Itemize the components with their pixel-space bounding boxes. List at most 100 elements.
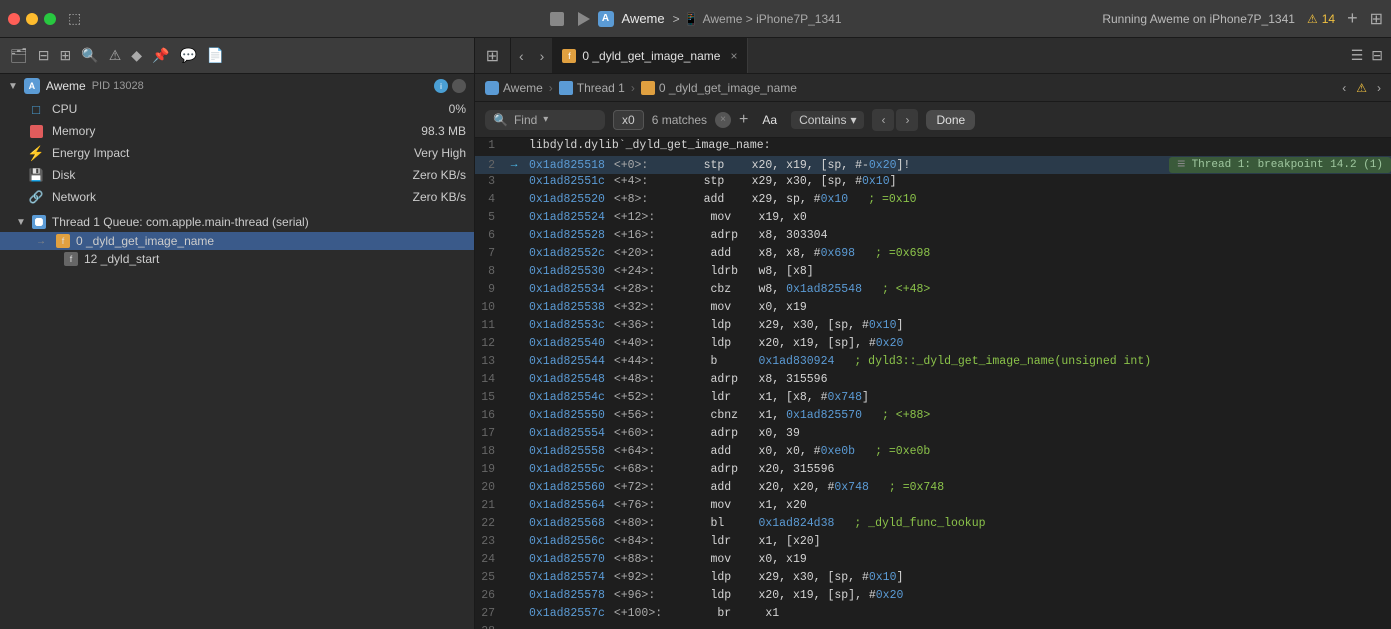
line-content-21: 0x1ad825564 <+76>: movx1, x20 xyxy=(525,498,1391,513)
frame-row-0[interactable]: → f 0 _dyld_get_image_name xyxy=(0,232,474,250)
line-content-10: 0x1ad825538 <+32>: movx0, x19 xyxy=(525,300,1391,315)
memory-icon xyxy=(28,123,44,139)
search-prev-button[interactable]: ‹ xyxy=(872,109,894,131)
grid-icon[interactable]: ⊞ xyxy=(58,45,74,66)
search-add-button[interactable]: + xyxy=(739,111,748,129)
line-content-25: 0x1ad825574 <+92>: ldpx29, x30, [sp, #0x… xyxy=(525,570,1391,585)
code-line-11: 110x1ad82553c <+36>: ldpx29, x30, [sp, #… xyxy=(475,318,1391,336)
nav-forward-button[interactable]: › xyxy=(532,38,553,73)
titlebar-right: Running Aweme on iPhone7P_1341 ⚠ 14 + ⊞ xyxy=(1102,8,1383,29)
search-done-button[interactable]: Done xyxy=(926,110,975,130)
code-line-21: 210x1ad825564 <+76>: movx1, x20 xyxy=(475,498,1391,516)
cpu-label: CPU xyxy=(52,102,441,116)
thread-header[interactable]: ▼ Thread 1 Queue: com.apple.main-thread … xyxy=(0,212,474,232)
breadcrumb-thread-icon xyxy=(559,81,573,95)
titlebar: ⬚ A Aweme > 📱 Aweme > iPhone7P_1341 Runn… xyxy=(0,0,1391,38)
process-app-icon: A xyxy=(24,78,40,94)
sidebar-toolbar: 🗂 ⊟ ⊞ 🔍 ⚠ ◆ 📌 💬 📄 xyxy=(0,38,474,74)
line-content-13: 0x1ad825544 <+44>: b0x1ad830924; dyld3::… xyxy=(525,354,1391,369)
sidebar-toggle-icon[interactable]: ⬚ xyxy=(68,10,81,27)
line-addr-3: 0x1ad82551c xyxy=(529,175,605,188)
energy-label: Energy Impact xyxy=(52,146,406,160)
search-value[interactable]: x0 xyxy=(613,110,644,130)
line-number-28: 28 xyxy=(475,624,503,629)
line-content-27: 0x1ad82557c <+100>: brx1 xyxy=(525,606,1391,621)
code-line-27: 270x1ad82557c <+100>: brx1 xyxy=(475,606,1391,624)
close-button[interactable] xyxy=(8,13,20,25)
code-line-8: 80x1ad825530 <+24>: ldrbw8, [x8] xyxy=(475,264,1391,282)
search-field[interactable]: 🔍 Find ▾ xyxy=(485,110,605,130)
grid-view-button[interactable]: ⊞ xyxy=(475,38,511,73)
line-number-15: 15 xyxy=(475,390,503,404)
lines-view-button[interactable]: ☰ xyxy=(1351,47,1364,64)
disk-value: Zero KB/s xyxy=(413,168,466,182)
cpu-icon: □ xyxy=(28,101,44,117)
play-button[interactable] xyxy=(578,12,590,26)
breadcrumb-warning-icon: ‹ xyxy=(1342,81,1346,95)
memory-value: 98.3 MB xyxy=(421,124,466,138)
app-title: Aweme xyxy=(622,11,665,26)
line-addr-27: 0x1ad82557c xyxy=(529,607,605,620)
search-clear-button[interactable]: × xyxy=(715,112,731,128)
filter-icon[interactable]: ⊟ xyxy=(36,45,52,66)
split-view-button[interactable]: ⊟ xyxy=(1371,47,1383,64)
line-addr-16: 0x1ad825550 xyxy=(529,409,605,422)
stop-button[interactable] xyxy=(550,12,564,26)
breadcrumb-forward-icon: › xyxy=(1377,81,1381,95)
minimize-button[interactable] xyxy=(26,13,38,25)
disk-icon: 💾 xyxy=(28,167,44,183)
search-match-count: 6 matches xyxy=(652,113,707,127)
breadcrumb-alert-icon: ⚠ xyxy=(1356,81,1367,95)
process-name: Aweme xyxy=(46,79,86,93)
network-label: Network xyxy=(52,190,405,204)
layout-button[interactable]: ⊞ xyxy=(1370,9,1383,29)
doc-icon[interactable]: 📄 xyxy=(205,45,226,66)
search-option-aa[interactable]: Aa xyxy=(756,111,783,129)
line-addr-26: 0x1ad825578 xyxy=(529,589,605,602)
memory-label: Memory xyxy=(52,124,413,138)
maximize-button[interactable] xyxy=(44,13,56,25)
line-number-5: 5 xyxy=(475,210,503,224)
current-frame-indicator: → xyxy=(36,236,46,247)
line-content-1: libdyld.dylib`_dyld_get_image_name: xyxy=(525,138,1391,153)
line-number-25: 25 xyxy=(475,570,503,584)
warning-icon[interactable]: ⚠ xyxy=(107,45,124,66)
frame-row-1[interactable]: f 12 _dyld_start xyxy=(0,250,474,268)
tab-name: 0 _dyld_get_image_name xyxy=(582,49,720,63)
line-number-24: 24 xyxy=(475,552,503,566)
energy-icon: ⚡ xyxy=(28,145,44,161)
code-tab-active[interactable]: f 0 _dyld_get_image_name × xyxy=(552,38,748,73)
line-content-5: 0x1ad825524 <+12>: movx19, x0 xyxy=(525,210,1391,225)
code-line-28: 28 xyxy=(475,624,1391,629)
line-content-12: 0x1ad825540 <+40>: ldpx20, x19, [sp], #0… xyxy=(525,336,1391,351)
process-header[interactable]: ▼ A Aweme PID 13028 i xyxy=(0,74,474,98)
line-number-20: 20 xyxy=(475,480,503,494)
line-addr-10: 0x1ad825538 xyxy=(529,301,605,314)
line-number-17: 17 xyxy=(475,426,503,440)
breadcrumb-app[interactable]: Aweme xyxy=(485,81,543,95)
breadcrumb-sep-2: › xyxy=(631,81,635,95)
line-addr-25: 0x1ad825574 xyxy=(529,571,605,584)
add-tab-button[interactable]: + xyxy=(1347,8,1358,29)
line-content-28 xyxy=(525,624,1391,626)
nav-back-button[interactable]: ‹ xyxy=(511,38,532,73)
diamond-icon[interactable]: ◆ xyxy=(129,45,144,66)
breakpoint-lines-icon[interactable]: ≡ xyxy=(1177,157,1185,173)
pin-icon[interactable]: 📌 xyxy=(150,45,171,66)
breakpoint-indicator: ≡Thread 1: breakpoint 14.2 (1) xyxy=(1169,157,1391,173)
search-next-button[interactable]: › xyxy=(896,109,918,131)
search-icon[interactable]: 🔍 xyxy=(79,45,100,66)
search-contains-dropdown[interactable]: Contains ▾ xyxy=(791,111,864,129)
tab-close-button[interactable]: × xyxy=(730,49,737,63)
resource-row-energy: ⚡ Energy Impact Very High xyxy=(0,142,474,164)
search-dropdown-icon[interactable]: ▾ xyxy=(543,114,548,125)
network-value: Zero KB/s xyxy=(413,190,466,204)
chat-icon[interactable]: 💬 xyxy=(177,45,198,66)
line-addr-12: 0x1ad825540 xyxy=(529,337,605,350)
frame-name-1: 12 _dyld_start xyxy=(84,252,159,266)
folder-icon[interactable]: 🗂 xyxy=(8,45,30,66)
line-content-6: 0x1ad825528 <+16>: adrpx8, 303304 xyxy=(525,228,1391,243)
code-line-19: 190x1ad82555c <+68>: adrpx20, 315596 xyxy=(475,462,1391,480)
breadcrumb-func[interactable]: 0 _dyld_get_image_name xyxy=(641,81,797,95)
breadcrumb-thread[interactable]: Thread 1 xyxy=(559,81,625,95)
